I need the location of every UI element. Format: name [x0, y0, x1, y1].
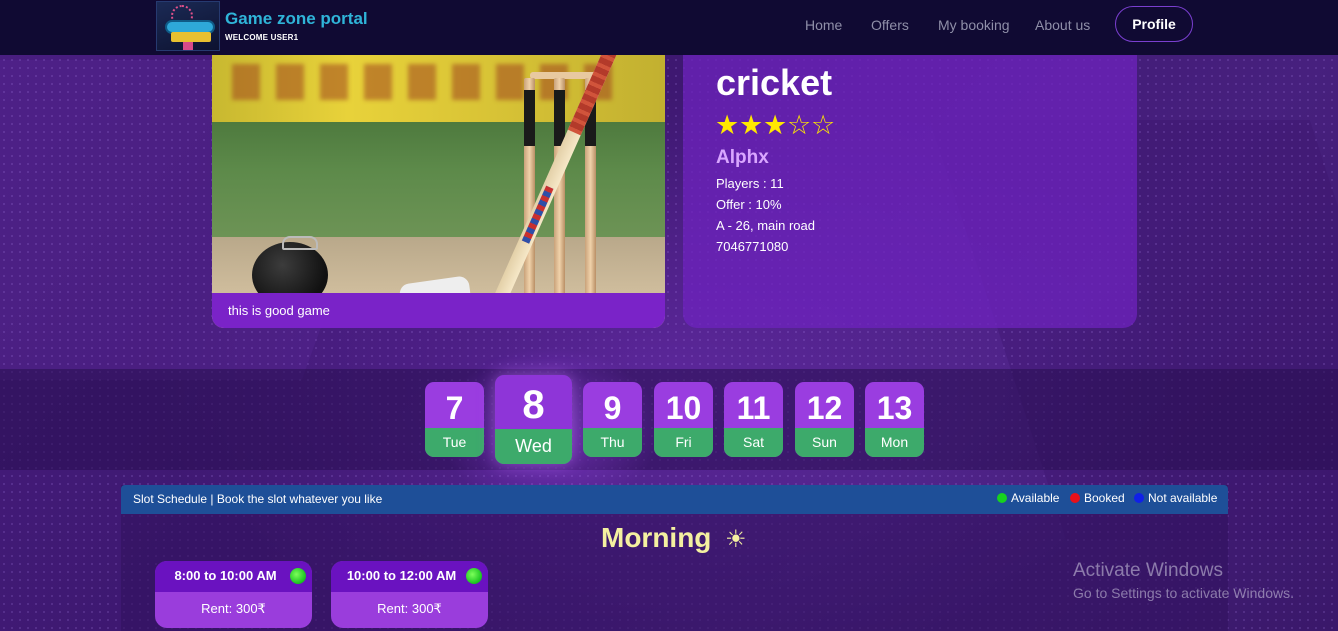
- game-zone-logo[interactable]: [156, 1, 220, 51]
- not-available-dot-icon: [1134, 493, 1144, 503]
- game-title: cricket: [716, 62, 833, 103]
- date-number: 10: [665, 390, 702, 426]
- slot-available-icon: [466, 568, 482, 584]
- sun-icon: ☀: [725, 526, 747, 553]
- date-number: 12: [806, 390, 843, 426]
- game-info-card: cricket ★★★☆☆ Alphx Players : 11 Offer :…: [683, 52, 1137, 328]
- game-image-card: this is good game: [212, 52, 665, 328]
- navbar: Game zone portal WELCOME USER1 Home Offe…: [0, 0, 1338, 55]
- date-number: 13: [876, 390, 913, 426]
- rating-stars: ★★★☆☆: [715, 110, 835, 141]
- star-empty-icon: ☆: [811, 110, 835, 140]
- available-dot-icon: [997, 493, 1007, 503]
- star-filled-icon: ★: [739, 110, 763, 140]
- date-weekday: Thu: [583, 428, 642, 457]
- nav-link-about-us[interactable]: About us: [1035, 17, 1090, 33]
- slot-card[interactable]: 10:00 to 12:00 AM Rent: 300₹: [331, 561, 488, 628]
- star-filled-icon: ★: [763, 110, 787, 140]
- address-text: A - 26, main road: [716, 218, 815, 233]
- nav-link-offers[interactable]: Offers: [871, 17, 909, 33]
- date-tile[interactable]: 9 Thu: [583, 382, 642, 457]
- date-tile[interactable]: 7 Tue: [425, 382, 484, 457]
- profile-button[interactable]: Profile: [1115, 6, 1193, 42]
- phone-number: 7046771080: [716, 239, 789, 254]
- booked-dot-icon: [1070, 493, 1080, 503]
- date-tile-selected[interactable]: 8 Wed: [495, 375, 572, 464]
- date-weekday: Sun: [795, 428, 854, 457]
- slot-available-icon: [290, 568, 306, 584]
- offer-text: Offer : 10%: [716, 197, 782, 212]
- brand-title[interactable]: Game zone portal: [225, 9, 368, 29]
- activate-windows-subtitle: Go to Settings to activate Windows.: [1073, 585, 1294, 601]
- legend-available: Available: [997, 491, 1059, 505]
- slot-time: 10:00 to 12:00 AM: [331, 561, 488, 592]
- welcome-text: WELCOME USER1: [225, 33, 299, 42]
- date-weekday: Tue: [425, 428, 484, 457]
- star-empty-icon: ☆: [787, 110, 811, 140]
- nav-link-home[interactable]: Home: [805, 17, 842, 33]
- date-number: 11: [736, 390, 771, 426]
- date-weekday: Sat: [724, 428, 783, 457]
- slot-schedule-panel: Slot Schedule | Book the slot whatever y…: [121, 485, 1228, 631]
- date-weekday: Wed: [495, 429, 572, 464]
- slot-card[interactable]: 8:00 to 10:00 AM Rent: 300₹: [155, 561, 312, 628]
- date-tile[interactable]: 10 Fri: [654, 382, 713, 457]
- legend-label: Not available: [1148, 491, 1218, 505]
- legend-not-available: Not available: [1134, 491, 1217, 505]
- nav-link-my-booking[interactable]: My booking: [938, 17, 1010, 33]
- legend-booked: Booked: [1070, 491, 1125, 505]
- morning-section-title: Morning: [601, 522, 712, 553]
- date-tile[interactable]: 12 Sun: [795, 382, 854, 457]
- game-caption: this is good game: [212, 293, 665, 328]
- slot-schedule-title: Slot Schedule | Book the slot whatever y…: [133, 492, 383, 506]
- legend-label: Available: [1011, 491, 1060, 505]
- date-number: 9: [603, 390, 622, 426]
- date-number: 8: [522, 383, 545, 427]
- date-weekday: Mon: [865, 428, 924, 457]
- players-count: Players : 11: [716, 176, 784, 191]
- date-tile[interactable]: 11 Sat: [724, 382, 783, 457]
- legend-label: Booked: [1084, 491, 1125, 505]
- owner-name: Alphx: [716, 147, 769, 168]
- slot-rent: Rent: 300₹: [201, 601, 266, 616]
- cricket-photo: [212, 52, 665, 328]
- slot-schedule-header: Slot Schedule | Book the slot whatever y…: [121, 485, 1228, 514]
- slot-rent: Rent: 300₹: [377, 601, 442, 616]
- date-tile[interactable]: 13 Mon: [865, 382, 924, 457]
- slot-time: 8:00 to 10:00 AM: [155, 561, 312, 592]
- star-filled-icon: ★: [715, 110, 739, 140]
- date-weekday: Fri: [654, 428, 713, 457]
- activate-windows-title: Activate Windows: [1073, 560, 1223, 581]
- date-number: 7: [445, 390, 464, 426]
